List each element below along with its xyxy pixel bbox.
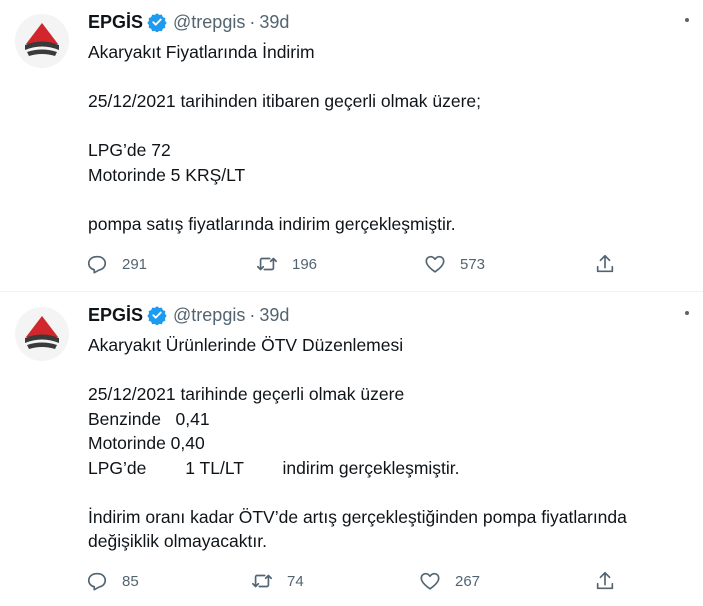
- author-name[interactable]: EPGİS: [88, 12, 143, 33]
- more-options-icon[interactable]: [679, 12, 695, 28]
- reply-icon: [87, 572, 107, 591]
- tweet[interactable]: EPGİS @trepgis · 39d Akaryakıt Ürünlerin…: [0, 293, 703, 606]
- author-handle[interactable]: @trepgis: [173, 12, 245, 33]
- share-button[interactable]: [594, 570, 616, 592]
- avatar[interactable]: [15, 307, 69, 361]
- tweet-actions: 291 196 573: [86, 253, 626, 277]
- tweet-line: değişiklik olmayacaktır.: [88, 531, 267, 551]
- author-name[interactable]: EPGİS: [88, 305, 143, 326]
- reply-button[interactable]: 291: [86, 253, 147, 275]
- tweet-divider: [0, 291, 703, 292]
- tweet-line: Motorinde 5 KRŞ/LT: [88, 164, 246, 185]
- tweet-line: [88, 65, 688, 90]
- separator: ·: [249, 304, 256, 325]
- tweet-line: [88, 358, 688, 383]
- share-button[interactable]: [594, 253, 616, 275]
- heart-icon: [425, 255, 445, 273]
- retweet-count: 196: [292, 255, 318, 273]
- verified-badge-icon: [147, 13, 167, 32]
- tweet-line: İndirim oranı kadar ÖTV’de artış gerçekl…: [88, 506, 627, 527]
- share-icon: [596, 254, 614, 273]
- tweet-header: EPGİS @trepgis · 39d: [88, 303, 289, 327]
- tweet-line: Benzinde 0,41: [88, 408, 210, 429]
- tweet-line: Motorinde 0,40: [88, 433, 205, 453]
- more-options-icon[interactable]: [679, 305, 695, 321]
- retweet-count: 74: [287, 572, 304, 590]
- tweet-line: LPG’de 1 TL/LT indirim gerçekleşmiştir.: [88, 457, 460, 478]
- verified-badge-icon: [147, 306, 167, 325]
- author-handle[interactable]: @trepgis: [173, 305, 245, 326]
- like-count: 267: [455, 572, 481, 590]
- tweet-text: Akaryakıt Fiyatlarında İndirim 25/12/202…: [88, 40, 688, 236]
- tweet-actions: 85 74 267: [86, 570, 626, 594]
- retweet-button[interactable]: 74: [251, 570, 304, 592]
- tweet[interactable]: EPGİS @trepgis · 39d Akaryakıt Fiyatları…: [0, 0, 703, 292]
- tweet-line: [88, 187, 688, 212]
- tweet-line: [88, 480, 688, 505]
- reply-icon: [87, 255, 107, 274]
- tweet-line: pompa satış fiyatlarında indirim gerçekl…: [88, 213, 456, 234]
- like-button[interactable]: 267: [419, 570, 480, 592]
- retweet-icon: [257, 257, 277, 271]
- share-icon: [596, 571, 614, 590]
- reply-button[interactable]: 85: [86, 570, 139, 592]
- reply-count: 291: [122, 255, 148, 273]
- like-count: 573: [460, 255, 486, 273]
- tweet-line: 25/12/2021 tarihinde geçerli olmak üzere: [88, 384, 405, 404]
- tweet-line: [88, 114, 688, 139]
- epgis-logo-icon: [25, 23, 59, 56]
- tweet-text: Akaryakıt Ürünlerinde ÖTV Düzenlemesi 25…: [88, 333, 688, 554]
- tweet-line: Akaryakıt Fiyatlarında İndirim: [88, 42, 315, 62]
- avatar[interactable]: [15, 14, 69, 68]
- reply-count: 85: [122, 572, 139, 590]
- tweet-header: EPGİS @trepgis · 39d: [88, 10, 289, 34]
- separator: ·: [249, 11, 256, 32]
- tweet-line: LPG’de 72: [88, 140, 171, 160]
- retweet-icon: [252, 574, 272, 588]
- like-button[interactable]: 573: [424, 253, 485, 275]
- epgis-logo-icon: [25, 316, 59, 349]
- timestamp[interactable]: 39d: [259, 12, 289, 33]
- tweet-line: Akaryakıt Ürünlerinde ÖTV Düzenlemesi: [88, 335, 404, 355]
- retweet-button[interactable]: 196: [256, 253, 317, 275]
- timestamp[interactable]: 39d: [259, 305, 289, 326]
- tweet-line: 25/12/2021 tarihinden itibaren geçerli o…: [88, 91, 482, 111]
- heart-icon: [420, 572, 440, 590]
